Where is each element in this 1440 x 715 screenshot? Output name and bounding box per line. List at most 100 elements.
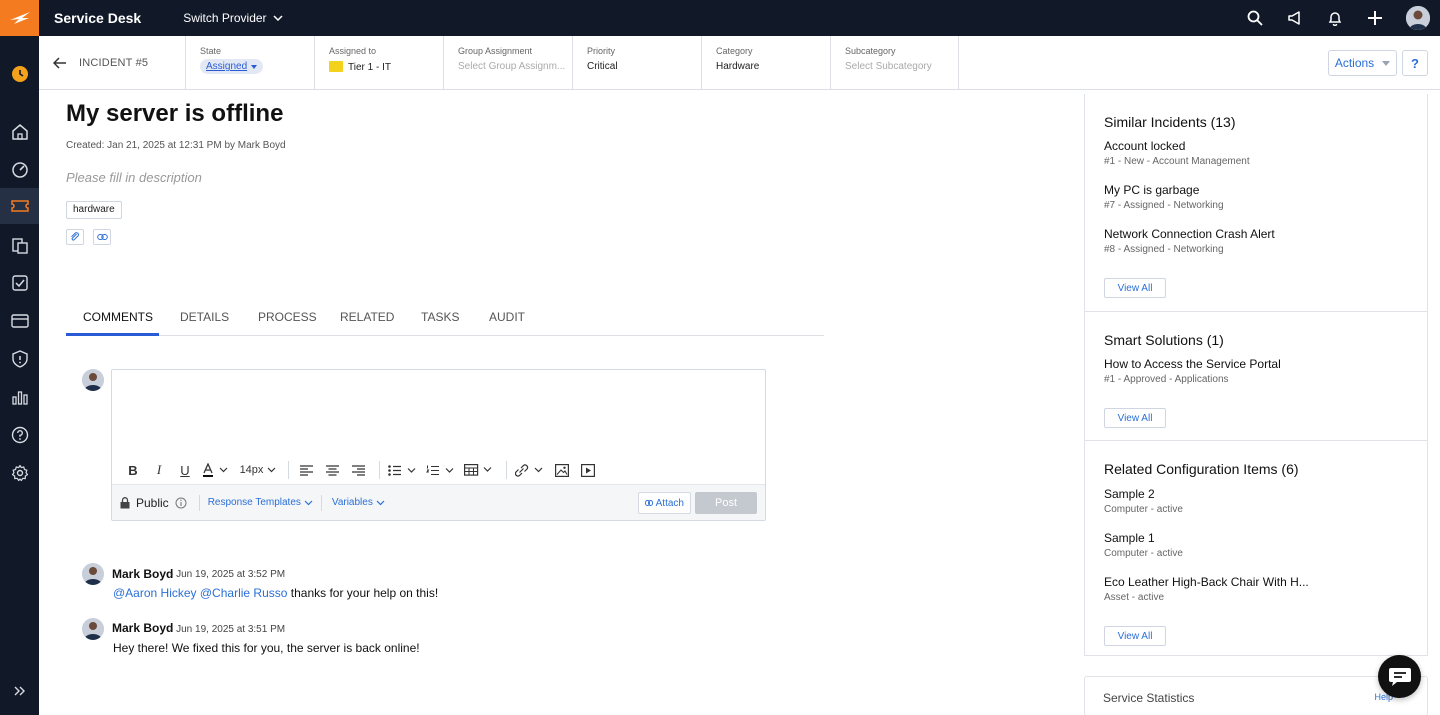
- chevron-down-icon: [304, 500, 313, 505]
- table-icon[interactable]: [462, 460, 496, 480]
- tab-comments[interactable]: COMMENTS: [66, 310, 159, 336]
- shield-icon[interactable]: [0, 341, 39, 377]
- home-icon[interactable]: [0, 114, 39, 150]
- post-button[interactable]: Post: [695, 492, 757, 514]
- dashboard-icon[interactable]: [0, 152, 39, 188]
- font-size-value: 14px: [239, 464, 264, 476]
- insert-video-icon[interactable]: [577, 460, 599, 480]
- info-icon[interactable]: [175, 497, 187, 509]
- ci-meta: Computer - active: [1104, 548, 1183, 559]
- help-button[interactable]: ?: [1402, 50, 1428, 76]
- checklist-icon[interactable]: [0, 265, 39, 301]
- priority-field[interactable]: Priority Critical: [572, 36, 701, 90]
- group-assignment-field[interactable]: Group Assignment Select Group Assignm...: [443, 36, 572, 90]
- billing-icon[interactable]: [0, 303, 39, 339]
- comment-body: Hey there! We fixed this for you, the se…: [113, 641, 420, 655]
- incident-tabs: COMMENTS DETAILS PROCESS RELATED TASKS A…: [66, 310, 824, 336]
- link-icon[interactable]: [93, 229, 111, 245]
- avatar: [82, 618, 104, 640]
- switch-provider-dropdown[interactable]: Switch Provider: [183, 11, 283, 25]
- settings-icon[interactable]: [0, 455, 39, 491]
- tab-audit[interactable]: AUDIT: [468, 310, 528, 336]
- view-all-button[interactable]: View All: [1104, 408, 1166, 428]
- category-field[interactable]: Category Hardware: [701, 36, 830, 90]
- underline-icon[interactable]: U: [174, 460, 196, 480]
- back-arrow-icon[interactable]: [53, 56, 67, 70]
- sla-timer-icon[interactable]: [0, 56, 39, 92]
- announcement-icon[interactable]: [1286, 9, 1304, 27]
- visibility-toggle[interactable]: Public: [120, 496, 187, 510]
- tab-details[interactable]: DETAILS: [159, 310, 237, 336]
- similar-incident-title[interactable]: Network Connection Crash Alert: [1104, 227, 1275, 241]
- comment-editor[interactable]: B I U 14px Public Response Templates Var…: [111, 369, 766, 521]
- switch-provider-label: Switch Provider: [183, 11, 267, 25]
- font-size-dropdown[interactable]: 14px: [238, 460, 278, 480]
- align-right-icon[interactable]: [347, 460, 369, 480]
- field-label: Priority: [587, 46, 616, 56]
- align-center-icon[interactable]: [321, 460, 343, 480]
- ticket-icon[interactable]: [0, 188, 39, 224]
- bold-icon[interactable]: B: [122, 460, 144, 480]
- group-assignment-value: Select Group Assignm...: [458, 61, 566, 72]
- tag-chip[interactable]: hardware: [66, 201, 122, 219]
- comment-text: thanks for your help on this!: [287, 586, 439, 600]
- card-title: Similar Incidents (13): [1104, 114, 1236, 130]
- ci-meta: Asset - active: [1104, 592, 1165, 603]
- reports-icon[interactable]: [0, 379, 39, 415]
- insert-link-icon[interactable]: [513, 460, 547, 480]
- tab-related[interactable]: RELATED: [319, 310, 400, 336]
- state-dropdown[interactable]: Assigned: [200, 59, 264, 74]
- category-value: Hardware: [716, 61, 760, 72]
- solarwinds-logo-icon[interactable]: [0, 0, 39, 36]
- view-all-button[interactable]: View All: [1104, 626, 1166, 646]
- expand-rail-icon[interactable]: [0, 673, 39, 709]
- text-color-icon[interactable]: [200, 460, 234, 480]
- subcategory-value: Select Subcategory: [845, 61, 932, 72]
- response-templates-dropdown[interactable]: Response Templates: [208, 497, 313, 508]
- align-left-icon[interactable]: [295, 460, 317, 480]
- comment-author[interactable]: Mark Boyd: [112, 621, 173, 635]
- ci-title[interactable]: Sample 1: [1104, 531, 1155, 545]
- attach-button[interactable]: Attach: [637, 492, 691, 514]
- numbered-list-icon[interactable]: [424, 460, 458, 480]
- tab-tasks[interactable]: TASKS: [400, 310, 468, 336]
- chat-icon[interactable]: [1378, 655, 1421, 698]
- similar-incident-title[interactable]: My PC is garbage: [1104, 183, 1199, 197]
- tab-process[interactable]: PROCESS: [237, 310, 319, 336]
- bell-icon[interactable]: [1326, 9, 1344, 27]
- field-label: Assigned to: [329, 46, 377, 56]
- attachment-link-icon[interactable]: [66, 229, 84, 245]
- assigned-to-field[interactable]: Assigned to Tier 1 - IT: [314, 36, 443, 90]
- card-title: Smart Solutions (1): [1104, 332, 1224, 348]
- paperclip-icon: [644, 500, 653, 506]
- description-placeholder[interactable]: Please fill in description: [66, 170, 202, 185]
- comment-author[interactable]: Mark Boyd: [112, 567, 173, 581]
- smart-solutions-card: Smart Solutions (1) How to Access the Se…: [1084, 311, 1428, 441]
- files-icon[interactable]: [0, 228, 39, 264]
- ci-title[interactable]: Sample 2: [1104, 487, 1155, 501]
- incident-title[interactable]: My server is offline: [66, 100, 283, 128]
- actions-button[interactable]: Actions: [1328, 50, 1397, 76]
- view-all-button[interactable]: View All: [1104, 278, 1166, 298]
- search-icon[interactable]: [1246, 9, 1264, 27]
- subcategory-field[interactable]: Subcategory Select Subcategory: [830, 36, 959, 90]
- editor-toolbar: B I U 14px: [112, 456, 765, 484]
- user-avatar[interactable]: [1406, 6, 1430, 30]
- assigned-to-value: Tier 1 - IT: [348, 62, 391, 73]
- comment-mentions[interactable]: @Aaron Hickey @Charlie Russo: [113, 586, 287, 600]
- italic-icon[interactable]: I: [148, 460, 170, 480]
- solution-title[interactable]: How to Access the Service Portal: [1104, 357, 1281, 371]
- state-field[interactable]: State Assigned: [185, 36, 314, 90]
- similar-incidents-card: Similar Incidents (13) Account locked #1…: [1084, 94, 1428, 312]
- ci-meta: Computer - active: [1104, 504, 1183, 515]
- toolbar-divider: [288, 461, 289, 479]
- plus-icon[interactable]: [1366, 9, 1384, 27]
- chevron-down-icon: [273, 15, 283, 21]
- similar-incident-title[interactable]: Account locked: [1104, 139, 1185, 153]
- variables-dropdown[interactable]: Variables: [332, 497, 385, 508]
- bullet-list-icon[interactable]: [386, 460, 420, 480]
- insert-image-icon[interactable]: [551, 460, 573, 480]
- solution-meta: #1 - Approved - Applications: [1104, 374, 1229, 385]
- help-icon[interactable]: [0, 417, 39, 453]
- ci-title[interactable]: Eco Leather High-Back Chair With H...: [1104, 575, 1309, 589]
